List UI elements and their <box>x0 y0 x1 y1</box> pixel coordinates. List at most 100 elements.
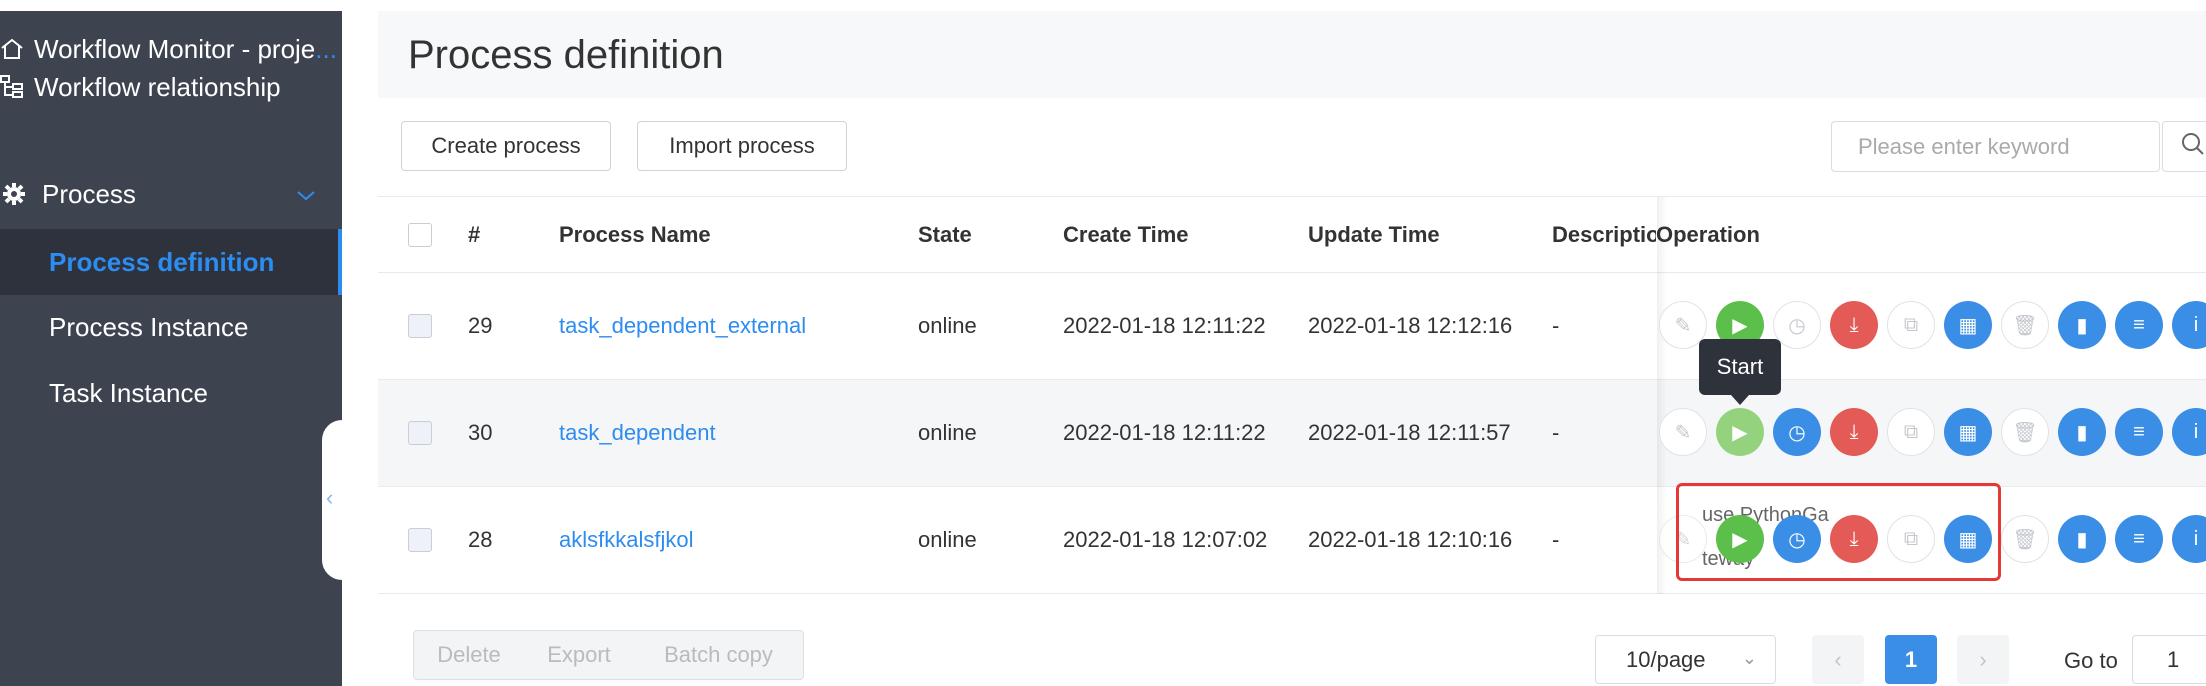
gear-icon <box>0 182 34 206</box>
copy-button[interactable]: ⧉ <box>1887 408 1935 456</box>
table-header-row: # Process Name State Create Time Update … <box>378 197 2206 273</box>
export-selected-button[interactable]: Export <box>524 630 635 680</box>
batch-copy-button[interactable]: Batch copy <box>634 630 804 680</box>
row-checkbox[interactable] <box>408 528 432 552</box>
version-button[interactable]: ≡ <box>2115 301 2163 349</box>
sidebar-item-label: Process <box>42 178 136 209</box>
row-checkbox[interactable] <box>408 421 432 445</box>
sidebar-item-workflow-relationship[interactable]: Workflow relationship <box>0 52 342 122</box>
process-name-link[interactable]: task_dependent_external <box>559 273 806 379</box>
chevron-down-icon: ⌄ <box>1741 648 1757 668</box>
process-name-link[interactable]: task_dependent <box>559 380 716 486</box>
row-checkbox[interactable] <box>408 314 432 338</box>
column-header-state: State <box>918 221 972 247</box>
download-icon: ⤓ <box>1849 420 1859 443</box>
page-size-value: 10/page <box>1626 646 1706 672</box>
sidebar: Workflow Monitor - proje... Workflow rel… <box>0 0 346 686</box>
trash-icon: 🗑 <box>2012 314 2038 337</box>
row-update-time: 2022-01-18 12:11:57 <box>1308 420 1511 445</box>
calendar-button[interactable]: ▦ <box>1944 301 1992 349</box>
column-header-operation: Operation <box>1656 221 1760 247</box>
next-page-button[interactable]: › <box>1957 635 2009 684</box>
row-state: online <box>918 420 977 445</box>
process-name-link[interactable]: aklsfkkalsfjkol <box>559 487 693 593</box>
sidebar-subitem-label: Task Instance <box>49 377 208 408</box>
tree-view-button[interactable]: ▮ <box>2058 515 2106 563</box>
clock-icon: ◷ <box>1788 421 1806 444</box>
row-create-time: 2022-01-18 12:07:02 <box>1063 527 1268 552</box>
row-update-time: 2022-01-18 12:10:16 <box>1308 527 1513 552</box>
sidebar-subitem-process-definition[interactable]: Process definition <box>0 229 342 295</box>
chevron-down-icon[interactable] <box>296 179 316 210</box>
info-icon: i <box>2193 527 2199 550</box>
chevron-right-icon: › <box>1979 646 1987 672</box>
sidebar-item-label: Workflow relationship <box>34 71 281 102</box>
trash-icon: 🗑 <box>2012 528 2038 551</box>
edit-icon: ✎ <box>1674 421 1692 444</box>
start-tooltip: Start <box>1699 339 1781 395</box>
goto-label: Go to <box>2064 648 2118 673</box>
delete-button[interactable]: 🗑 <box>2001 515 2049 563</box>
select-all-checkbox[interactable] <box>408 222 432 247</box>
chevron-left-icon: ‹ <box>326 485 334 510</box>
sidebar-item-process[interactable]: Process <box>0 159 342 229</box>
page-number-current[interactable]: 1 <box>1885 635 1937 684</box>
timing-button[interactable]: ◷ <box>1773 408 1821 456</box>
version-button[interactable]: ≡ <box>2115 408 2163 456</box>
version-button[interactable]: ≡ <box>2115 515 2163 563</box>
column-header-index: # <box>468 221 481 247</box>
sidebar-subitem-task-instance[interactable]: Task Instance <box>0 360 342 426</box>
goto-page-input[interactable]: 1 <box>2132 635 2206 684</box>
start-button[interactable]: ▶ <box>1716 408 1764 456</box>
delete-button[interactable]: 🗑 <box>2001 408 2049 456</box>
row-create-time: 2022-01-18 12:11:22 <box>1063 313 1266 338</box>
row-description: - <box>1552 313 1560 338</box>
row-state: online <box>918 527 977 552</box>
list-icon: ≡ <box>2133 527 2145 550</box>
bar-chart-icon: ▮ <box>2076 314 2088 337</box>
sidebar-subitem-label: Process Instance <box>49 311 249 342</box>
column-header-name: Process Name <box>559 221 711 247</box>
sidebar-top-strip <box>0 0 342 11</box>
play-icon: ▶ <box>1732 314 1748 337</box>
copy-icon: ⧉ <box>1903 420 1919 443</box>
download-button[interactable]: ⤓ <box>1830 301 1878 349</box>
column-header-update-time: Update Time <box>1308 221 1440 247</box>
row-update-time: 2022-01-18 12:12:16 <box>1308 313 1513 338</box>
row-state: online <box>918 313 977 338</box>
copy-button[interactable]: ⧉ <box>1887 301 1935 349</box>
download-button[interactable]: ⤓ <box>1830 408 1878 456</box>
column-header-description: Descriptio <box>1552 221 1656 247</box>
delete-button[interactable]: 🗑 <box>2001 301 2049 349</box>
tree-view-button[interactable]: ▮ <box>2058 408 2106 456</box>
row-description: - <box>1552 420 1560 445</box>
row-index: 28 <box>468 527 493 552</box>
calendar-icon: ▦ <box>1958 421 1978 444</box>
tooltip-arrow <box>1731 395 1749 405</box>
info-icon: i <box>2193 420 2199 443</box>
sidebar-subitem-process-instance[interactable]: Process Instance <box>0 294 342 360</box>
play-icon: ▶ <box>1732 421 1748 444</box>
list-icon: ≡ <box>2133 313 2145 336</box>
list-icon: ≡ <box>2133 420 2145 443</box>
edit-button[interactable]: ✎ <box>1659 408 1707 456</box>
highlight-box <box>1676 483 2001 581</box>
edit-icon: ✎ <box>1674 314 1692 337</box>
column-header-create-time: Create Time <box>1063 221 1189 247</box>
row-index: 29 <box>468 313 493 338</box>
row-index: 30 <box>468 420 493 445</box>
row-create-time: 2022-01-18 12:11:22 <box>1063 420 1266 445</box>
info-icon: i <box>2193 313 2199 336</box>
tree-icon <box>0 74 34 100</box>
chevron-left-icon: ‹ <box>1834 646 1842 672</box>
calendar-icon: ▦ <box>1958 314 1978 337</box>
page-size-select[interactable]: 10/page ⌄ <box>1595 635 1776 684</box>
calendar-button[interactable]: ▦ <box>1944 408 1992 456</box>
bar-chart-icon: ▮ <box>2076 528 2088 551</box>
delete-selected-button[interactable]: Delete <box>413 630 525 680</box>
bar-chart-icon: ▮ <box>2076 421 2088 444</box>
row-description: - <box>1552 527 1560 552</box>
copy-icon: ⧉ <box>1903 313 1919 336</box>
tree-view-button[interactable]: ▮ <box>2058 301 2106 349</box>
prev-page-button[interactable]: ‹ <box>1812 635 1864 684</box>
